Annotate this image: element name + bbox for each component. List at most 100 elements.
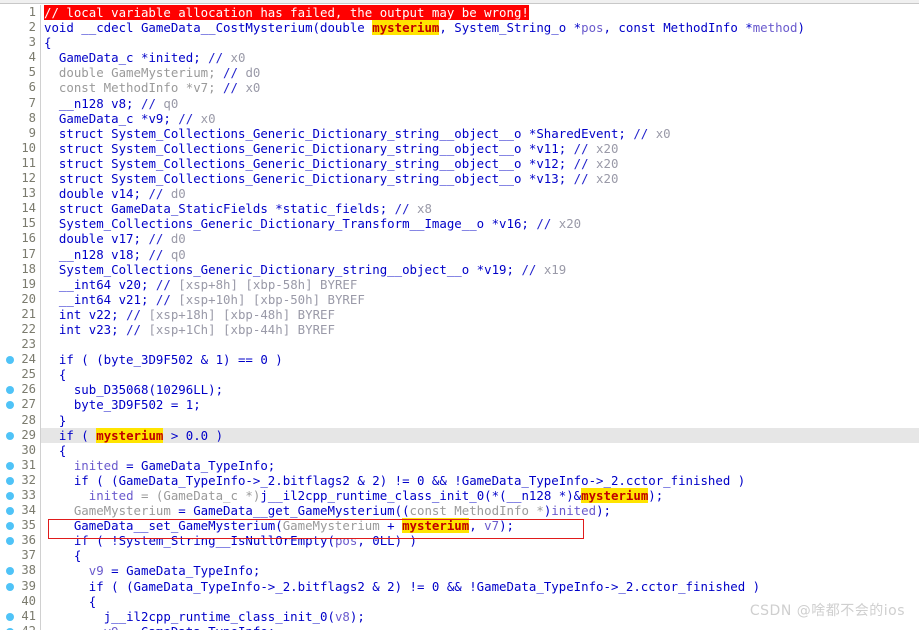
- code-line[interactable]: 21 int v22; // [xsp+18h] [xbp-48h] BYREF: [0, 306, 919, 322]
- line-gutter[interactable]: 16: [0, 231, 41, 247]
- code-line[interactable]: 1 // local variable allocation has failed…: [0, 5, 919, 21]
- line-gutter[interactable]: 40: [0, 593, 41, 609]
- gutter-separator: [40, 110, 41, 126]
- code-line[interactable]: 20 __int64 v21; // [xsp+10h] [xbp-50h] B…: [0, 291, 919, 307]
- line-gutter[interactable]: 20: [0, 291, 41, 307]
- line-gutter[interactable]: 17: [0, 246, 41, 262]
- code-line[interactable]: 36 if ( !System_String__IsNullOrEmpty(po…: [0, 533, 919, 549]
- line-gutter[interactable]: 15: [0, 216, 41, 232]
- code-line[interactable]: 12 struct System_Collections_Generic_Dic…: [0, 171, 919, 187]
- code-token: //: [573, 171, 597, 187]
- code-line[interactable]: 13 double v14; // d0: [0, 186, 919, 202]
- line-gutter[interactable]: 2: [0, 20, 41, 36]
- line-gutter[interactable]: 22: [0, 321, 41, 338]
- line-gutter[interactable]: 9: [0, 125, 41, 141]
- code-text: double GameMysterium; // d0: [44, 65, 260, 80]
- code-line[interactable]: 35 GameData__set_GameMysterium(GameMyste…: [0, 518, 919, 534]
- code-line[interactable]: 29 if ( mysterium > 0.0 ): [0, 427, 919, 443]
- line-gutter[interactable]: 27: [0, 397, 41, 413]
- line-gutter[interactable]: 1: [0, 5, 41, 21]
- line-gutter[interactable]: 24: [0, 352, 41, 368]
- code-line[interactable]: 37 {: [0, 548, 919, 564]
- code-line[interactable]: 34 GameMysterium = GameData__get_GameMys…: [0, 503, 919, 519]
- line-gutter[interactable]: 35: [0, 518, 41, 534]
- code-line[interactable]: 4 GameData_c *inited; // x0: [0, 50, 919, 66]
- line-number: 21: [21, 306, 36, 321]
- code-line[interactable]: 6 const MethodInfo *v7; // x0: [0, 80, 919, 96]
- line-gutter[interactable]: 41: [0, 608, 41, 624]
- line-gutter[interactable]: 6: [0, 80, 41, 96]
- line-gutter[interactable]: 10: [0, 140, 41, 156]
- code-line[interactable]: 26 sub_D35068(10296LL);: [0, 382, 919, 398]
- line-gutter[interactable]: 26: [0, 382, 41, 398]
- pseudocode-editor[interactable]: 1 // local variable allocation has failed…: [0, 5, 919, 630]
- code-text: void __cdecl GameData__CostMysterium(dou…: [44, 20, 805, 36]
- code-line[interactable]: 8 GameData_c *v9; // x0: [0, 110, 919, 126]
- code-token: method: [752, 20, 798, 36]
- line-gutter[interactable]: 14: [0, 201, 41, 217]
- code-token: [xsp+1Ch] [xbp-44h] BYREF: [148, 321, 335, 337]
- line-gutter[interactable]: 25: [0, 367, 41, 383]
- code-line[interactable]: 5 double GameMysterium; // d0: [0, 65, 919, 81]
- code-line[interactable]: 23: [0, 337, 919, 353]
- code-line[interactable]: 14 struct GameData_StaticFields *static_…: [0, 201, 919, 217]
- line-gutter[interactable]: 8: [0, 110, 41, 126]
- code-line[interactable]: 16 double v17; // d0: [0, 231, 919, 247]
- code-token: > 0.0 ): [163, 427, 224, 443]
- line-gutter[interactable]: 23: [0, 337, 41, 353]
- code-line[interactable]: 22 int v23; // [xsp+1Ch] [xbp-44h] BYREF: [0, 321, 919, 338]
- line-gutter[interactable]: 3: [0, 35, 41, 51]
- line-gutter[interactable]: 12: [0, 171, 41, 187]
- line-gutter[interactable]: 29: [0, 427, 41, 443]
- line-gutter[interactable]: 37: [0, 548, 41, 564]
- line-gutter[interactable]: 13: [0, 186, 41, 202]
- line-gutter[interactable]: 21: [0, 306, 41, 322]
- code-token: = GameData_TypeInfo;: [103, 563, 261, 579]
- line-gutter[interactable]: 38: [0, 563, 41, 579]
- line-gutter[interactable]: 32: [0, 472, 41, 488]
- code-line[interactable]: 10 struct System_Collections_Generic_Dic…: [0, 140, 919, 156]
- code-line[interactable]: 39 if ( (GameData_TypeInfo->_2.bitflags2…: [0, 578, 919, 594]
- code-line[interactable]: 33 inited = (GameData_c *)j__il2cpp_runt…: [0, 488, 919, 504]
- code-line[interactable]: 24 if ( (byte_3D9F502 & 1) == 0 ): [0, 352, 919, 368]
- code-line[interactable]: 31 inited = GameData_TypeInfo;: [0, 457, 919, 473]
- code-line[interactable]: 11 struct System_Collections_Generic_Dic…: [0, 155, 919, 172]
- code-text: byte_3D9F502 = 1;: [44, 397, 201, 412]
- code-line[interactable]: 42 v9 = GameData_TypeInfo;: [0, 623, 919, 630]
- code-line[interactable]: 25 {: [0, 367, 919, 383]
- line-gutter[interactable]: 33: [0, 488, 41, 504]
- code-line[interactable]: 38 v9 = GameData_TypeInfo;: [0, 563, 919, 579]
- line-gutter[interactable]: 11: [0, 155, 41, 172]
- code-line[interactable]: 15 System_Collections_Generic_Dictionary…: [0, 216, 919, 232]
- code-token: // local variable allocation has failed,…: [44, 5, 529, 20]
- code-line[interactable]: 17 __n128 v18; // q0: [0, 246, 919, 262]
- line-gutter[interactable]: 19: [0, 276, 41, 292]
- code-token: //: [573, 155, 597, 171]
- gutter-separator: [40, 367, 41, 383]
- code-token: System_Collections_Generic_Dictionary_Tr…: [58, 216, 537, 232]
- code-line[interactable]: 27 byte_3D9F502 = 1;: [0, 397, 919, 413]
- line-gutter[interactable]: 28: [0, 412, 41, 428]
- line-gutter[interactable]: 34: [0, 503, 41, 519]
- code-line[interactable]: 30 {: [0, 442, 919, 458]
- line-gutter[interactable]: 30: [0, 442, 41, 458]
- code-line[interactable]: 2 void __cdecl GameData__CostMysterium(do…: [0, 20, 919, 36]
- code-line[interactable]: 18 System_Collections_Generic_Dictionary…: [0, 261, 919, 277]
- code-line[interactable]: 3{: [0, 35, 919, 51]
- line-gutter[interactable]: 7: [0, 95, 41, 111]
- code-line[interactable]: 19 __int64 v20; // [xsp+8h] [xbp-58h] BY…: [0, 276, 919, 292]
- line-gutter[interactable]: 5: [0, 65, 41, 81]
- line-number: 17: [21, 246, 36, 261]
- code-line[interactable]: 7 __n128 v8; // q0: [0, 95, 919, 111]
- code-line[interactable]: 9 struct System_Collections_Generic_Dict…: [0, 125, 919, 141]
- code-line[interactable]: 28 }: [0, 412, 919, 428]
- line-gutter[interactable]: 4: [0, 50, 41, 66]
- line-gutter[interactable]: 31: [0, 457, 41, 473]
- line-gutter[interactable]: 39: [0, 578, 41, 594]
- code-token: x20: [596, 171, 619, 187]
- line-gutter[interactable]: 18: [0, 261, 41, 277]
- gutter-separator: [40, 337, 41, 353]
- line-gutter[interactable]: 42: [0, 623, 41, 630]
- line-gutter[interactable]: 36: [0, 533, 41, 549]
- code-line[interactable]: 32 if ( (GameData_TypeInfo->_2.bitflags2…: [0, 472, 919, 488]
